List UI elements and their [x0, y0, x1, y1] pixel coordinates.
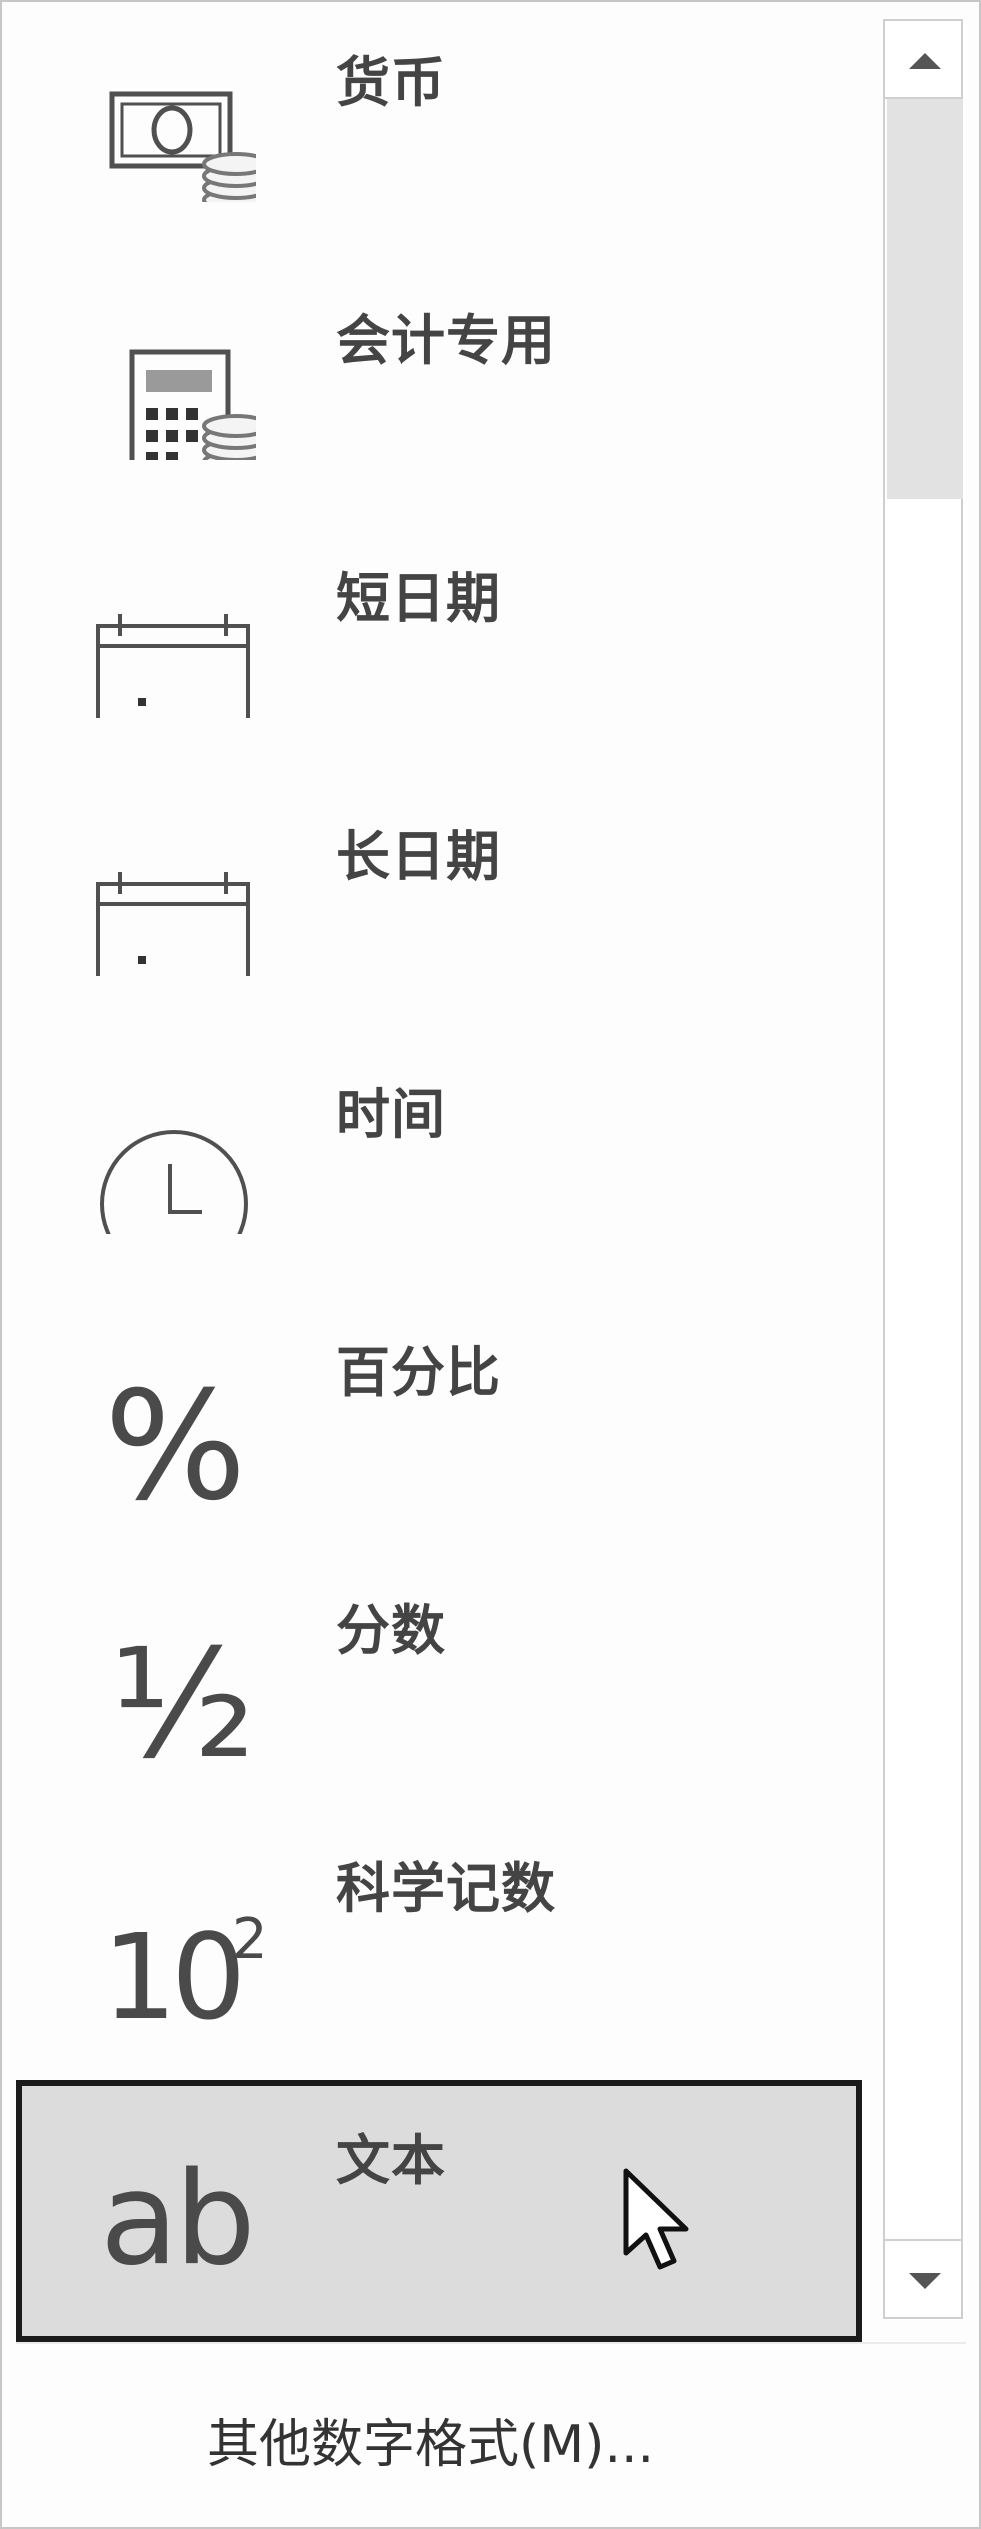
- format-item-scientific[interactable]: 10 2 科学记数: [16, 1808, 862, 2070]
- format-item-fraction[interactable]: ½ 分数: [16, 1550, 862, 1812]
- scroll-track[interactable]: [883, 99, 963, 2239]
- fraction-icon: ½: [86, 1580, 256, 1780]
- scientific-base: 10: [102, 1908, 246, 2046]
- format-item-percentage[interactable]: % 百分比: [16, 1292, 862, 1554]
- format-item-label: 时间: [336, 1083, 446, 1146]
- divider: [16, 2342, 966, 2344]
- vertical-scrollbar[interactable]: [883, 19, 965, 2319]
- scientific-icon: 10 2: [86, 1838, 268, 2037]
- number-format-dropdown: 货币 会计专用 短日期 长日期 时间 % 百分比 ½ 分数 10 2 科学记数 …: [0, 0, 981, 2529]
- scientific-exponent: 2: [232, 1907, 268, 1972]
- format-item-label: 短日期: [336, 567, 501, 630]
- currency-icon: [86, 32, 270, 212]
- format-item-short-date[interactable]: 短日期: [16, 518, 862, 780]
- scroll-up-button[interactable]: [883, 19, 963, 99]
- text-glyph: ab: [100, 2145, 256, 2294]
- format-item-label: 长日期: [336, 825, 501, 888]
- format-item-label: 科学记数: [336, 1857, 556, 1920]
- more-number-formats-link[interactable]: 其他数字格式(M)...: [207, 2402, 654, 2477]
- percent-glyph: %: [104, 1360, 247, 1534]
- scroll-thumb[interactable]: [887, 99, 963, 499]
- chevron-down-icon: [909, 2273, 941, 2289]
- calendar-icon: [86, 548, 256, 764]
- chevron-up-icon: [909, 53, 941, 69]
- percent-icon: %: [86, 1322, 256, 1522]
- text-format-icon: ab: [86, 2110, 256, 2284]
- format-item-currency[interactable]: 货币: [16, 2, 862, 264]
- format-item-label: 分数: [336, 1599, 446, 1662]
- format-item-label: 文本: [336, 2129, 446, 2192]
- clock-icon: [86, 1064, 256, 1278]
- accounting-icon: [86, 290, 270, 505]
- scroll-down-button[interactable]: [883, 2239, 963, 2319]
- format-item-text[interactable]: ab 文本: [16, 2080, 862, 2342]
- format-item-label: 百分比: [336, 1341, 501, 1404]
- format-item-label: 会计专用: [336, 309, 556, 372]
- format-item-time[interactable]: 时间: [16, 1034, 862, 1296]
- format-item-label: 货币: [336, 51, 446, 114]
- fraction-glyph: ½: [110, 1618, 256, 1792]
- format-item-accounting[interactable]: 会计专用: [16, 260, 862, 522]
- calendar-icon: [86, 806, 256, 1022]
- mouse-cursor-icon: [620, 2167, 700, 2277]
- format-item-long-date[interactable]: 长日期: [16, 776, 862, 1038]
